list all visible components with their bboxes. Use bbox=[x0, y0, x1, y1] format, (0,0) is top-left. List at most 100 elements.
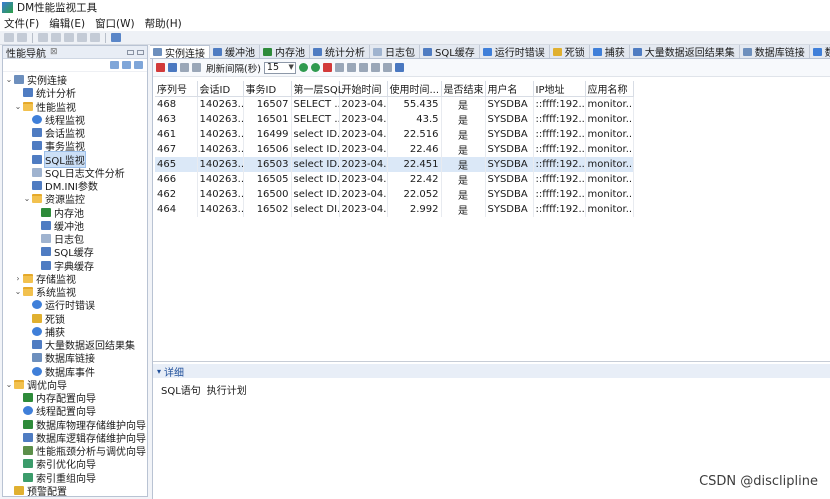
grid-view-icon[interactable] bbox=[346, 63, 356, 72]
cut-icon[interactable] bbox=[51, 33, 61, 42]
stop-icon[interactable] bbox=[156, 63, 165, 72]
auto-refresh-icon[interactable] bbox=[310, 63, 320, 72]
column-header[interactable]: IP地址 bbox=[533, 81, 586, 97]
tree-memory-pool[interactable]: 内存池 bbox=[32, 206, 84, 220]
tree-dict-cache[interactable]: 字典缓存 bbox=[32, 259, 94, 273]
tree-large-resultset[interactable]: 大量数据返回结果集 bbox=[23, 338, 135, 352]
menu-window[interactable]: 窗口(W) bbox=[95, 16, 135, 31]
list-view-icon[interactable] bbox=[358, 63, 368, 72]
tab-7[interactable]: 死锁 bbox=[549, 45, 590, 58]
splitter[interactable] bbox=[153, 361, 830, 362]
table-row[interactable]: 468140263...16507SELECT ...2023-04...55.… bbox=[155, 96, 634, 112]
tree-sql-monitor[interactable]: SQL监视 bbox=[23, 150, 86, 168]
save-all-icon[interactable] bbox=[17, 33, 27, 42]
tree-log-package[interactable]: 日志包 bbox=[32, 232, 84, 246]
column-header[interactable]: 事务ID bbox=[243, 81, 292, 97]
tree-system-monitor[interactable]: ⌄ 系统监视 bbox=[14, 285, 76, 299]
table-row[interactable]: 461140263...16499select ID...2023-04...2… bbox=[155, 127, 634, 142]
tree-sql-log-analysis[interactable]: SQL日志文件分析 bbox=[23, 166, 125, 180]
tree-thread-config-wizard[interactable]: 线程配置向导 bbox=[14, 404, 96, 418]
column-header[interactable]: 第一层SQL bbox=[291, 81, 343, 97]
table-row[interactable]: 462140263...16500select ID...2023-04...2… bbox=[155, 187, 634, 202]
tree-index-reorg-wizard[interactable]: 索引重组向导 bbox=[14, 471, 96, 485]
tree-db-event[interactable]: 数据库事件 bbox=[23, 365, 95, 379]
tree-deadlock[interactable]: 死锁 bbox=[23, 312, 65, 326]
refresh-icon[interactable] bbox=[298, 63, 308, 72]
table-row[interactable]: 467140263...16506select ID...2023-04...2… bbox=[155, 142, 634, 157]
paste-icon[interactable] bbox=[77, 33, 87, 42]
tab-3[interactable]: 统计分析 bbox=[310, 45, 370, 58]
tree-alert-config[interactable]: 预警配置 bbox=[5, 484, 67, 498]
link-editor-icon[interactable] bbox=[122, 61, 131, 69]
maximize-icon[interactable] bbox=[137, 49, 144, 55]
column-header[interactable]: 序列号 bbox=[155, 81, 198, 97]
layout-icon[interactable] bbox=[370, 63, 380, 72]
expand-toggle-icon[interactable]: ⌄ bbox=[14, 287, 22, 296]
column-settings-icon[interactable] bbox=[334, 63, 344, 72]
tree-db-link[interactable]: 数据库链接 bbox=[23, 351, 95, 365]
clear-icon[interactable] bbox=[322, 63, 332, 72]
tab-8[interactable]: 捕获 bbox=[589, 45, 630, 58]
collapse-all-icon[interactable] bbox=[110, 61, 119, 69]
tree-thread-monitor[interactable]: 线程监视 bbox=[23, 113, 85, 127]
tree-perf-monitor[interactable]: ⌄ 性能监视 bbox=[14, 100, 76, 114]
tree-index-optimize-wizard[interactable]: 索引优化向导 bbox=[14, 457, 96, 471]
minimize-icon[interactable] bbox=[127, 49, 134, 55]
tab-4[interactable]: 日志包 bbox=[370, 45, 420, 58]
column-header[interactable]: 用户名 bbox=[485, 81, 534, 97]
close-icon[interactable]: ⊠ bbox=[50, 47, 58, 57]
table-row[interactable]: 463140263...16501SELECT ...2023-04...43.… bbox=[155, 112, 634, 127]
tab-5[interactable]: SQL缓存 bbox=[420, 45, 480, 58]
expand-toggle-icon[interactable]: ⌄ bbox=[5, 380, 13, 389]
expand-toggle-icon[interactable]: › bbox=[14, 274, 22, 283]
tree-memory-config-wizard[interactable]: 内存配置向导 bbox=[14, 391, 96, 405]
tree-physical-storage-wizard[interactable]: 数据库物理存储维护向导 bbox=[14, 418, 146, 432]
delete-icon[interactable] bbox=[90, 33, 100, 42]
table-row[interactable]: 466140263...16505select ID...2023-04...2… bbox=[155, 172, 634, 187]
expand-toggle-icon[interactable]: ⌄ bbox=[23, 194, 31, 203]
tab-sql-statement[interactable]: SQL语句 bbox=[161, 382, 201, 397]
save-icon[interactable] bbox=[4, 33, 14, 42]
menu-help[interactable]: 帮助(H) bbox=[145, 16, 182, 31]
tab-2[interactable]: 内存池 bbox=[260, 45, 310, 58]
tree-dm-ini-params[interactable]: DM.INI参数 bbox=[23, 179, 98, 193]
menu-file[interactable]: 文件(F) bbox=[4, 16, 39, 31]
tab-execution-plan[interactable]: 执行计划 bbox=[207, 382, 247, 397]
filter-icon[interactable] bbox=[168, 63, 177, 72]
tree-runtime-error[interactable]: 运行时错误 bbox=[23, 298, 95, 312]
tree-bottleneck-wizard[interactable]: 性能瓶颈分析与调优向导 bbox=[14, 444, 146, 458]
expand-toggle-icon[interactable]: ⌄ bbox=[14, 102, 22, 111]
tree-resource-monitor[interactable]: ⌄ 资源监控 bbox=[23, 192, 85, 206]
tree-sql-cache[interactable]: SQL缓存 bbox=[32, 245, 94, 259]
tab-9[interactable]: 大量数据返回结果集 bbox=[629, 45, 740, 58]
expand-icon[interactable] bbox=[394, 63, 404, 72]
tree-transaction-monitor[interactable]: 事务监视 bbox=[23, 139, 85, 153]
expand-toggle-icon[interactable]: ⌄ bbox=[5, 75, 13, 84]
settings-icon[interactable] bbox=[192, 63, 201, 72]
tree-instance-connection[interactable]: ⌄ 实例连接 bbox=[5, 73, 67, 87]
tree-session-monitor[interactable]: 会话监视 bbox=[23, 126, 85, 140]
tree-storage-monitor[interactable]: › 存储监视 bbox=[14, 272, 76, 286]
copy-row-icon[interactable] bbox=[382, 63, 392, 72]
tree-tuning-wizard[interactable]: ⌄ 调优向导 bbox=[5, 378, 67, 392]
column-header[interactable]: 是否结束 bbox=[441, 81, 486, 97]
tree-buffer-pool[interactable]: 缓冲池 bbox=[32, 219, 84, 233]
tab-11[interactable]: 数据 bbox=[809, 45, 830, 58]
view-menu-icon[interactable] bbox=[134, 61, 143, 69]
copy-icon[interactable] bbox=[64, 33, 74, 42]
menu-edit[interactable]: 编辑(E) bbox=[49, 16, 85, 31]
tree-logical-storage-wizard[interactable]: 数据库逻辑存储维护向导 bbox=[14, 431, 146, 445]
tab-1[interactable]: 缓冲池 bbox=[210, 45, 260, 58]
export-icon[interactable] bbox=[180, 63, 189, 72]
column-header[interactable]: 会话ID bbox=[197, 81, 244, 97]
table-row[interactable]: 464140263...16502select DI...2023-04...2… bbox=[155, 202, 634, 217]
tab-6[interactable]: 运行时错误 bbox=[479, 45, 550, 58]
tree-stat-analysis[interactable]: 统计分析 bbox=[14, 86, 76, 100]
column-header[interactable]: 使用时间... bbox=[387, 81, 442, 97]
refresh-interval-select[interactable]: 15 ▼ bbox=[263, 61, 296, 74]
table-row[interactable]: 465140263...16503select ID...2023-04...2… bbox=[155, 157, 634, 172]
tab-0[interactable]: 实例连接 bbox=[150, 45, 210, 58]
tree-capture[interactable]: 捕获 bbox=[23, 325, 65, 339]
detail-section-header[interactable]: ▾ 详细 bbox=[153, 364, 830, 379]
print-icon[interactable] bbox=[38, 33, 48, 42]
